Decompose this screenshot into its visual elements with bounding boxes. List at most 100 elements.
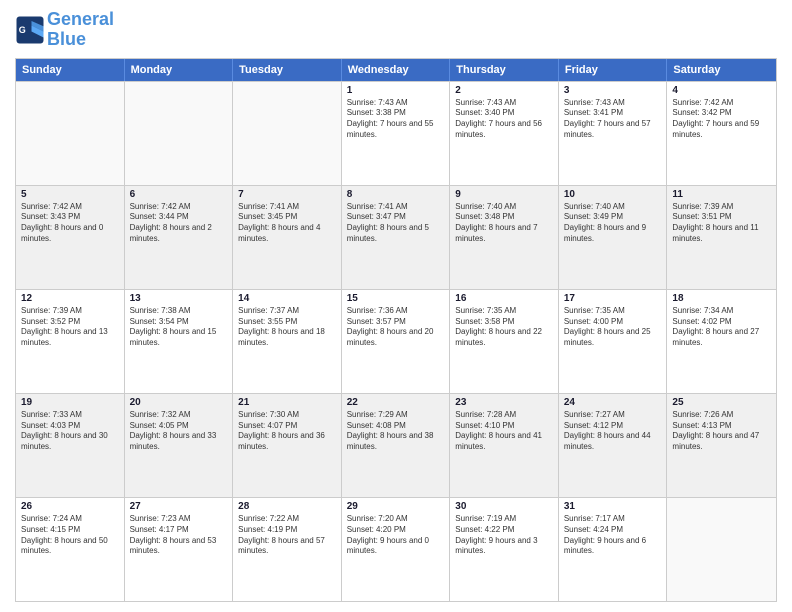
calendar-cell: 29 Sunrise: 7:20 AMSunset: 4:20 PMDayligh… xyxy=(342,498,451,601)
day-info: Sunrise: 7:35 AMSunset: 3:58 PMDaylight:… xyxy=(455,306,553,349)
calendar-cell: 23 Sunrise: 7:28 AMSunset: 4:10 PMDayligh… xyxy=(450,394,559,497)
day-number: 1 xyxy=(347,85,445,96)
day-info: Sunrise: 7:43 AMSunset: 3:40 PMDaylight:… xyxy=(455,98,553,141)
calendar-row-4: 19Sunrise: 7:33 AMSunset: 4:03 PMDayligh… xyxy=(16,393,776,497)
day-info: Sunrise: 7:29 AMSunset: 4:08 PMDaylight:… xyxy=(347,410,445,453)
calendar-cell: 4 Sunrise: 7:42 AMSunset: 3:42 PMDaylight… xyxy=(667,82,776,185)
day-info: Sunrise: 7:42 AMSunset: 3:43 PMDaylight:… xyxy=(21,202,119,245)
day-number: 24 xyxy=(564,397,662,408)
calendar-cell: 3 Sunrise: 7:43 AMSunset: 3:41 PMDaylight… xyxy=(559,82,668,185)
calendar-cell: 12 Sunrise: 7:39 AMSunset: 3:52 PMDayligh… xyxy=(16,290,125,393)
calendar-header: Sunday Monday Tuesday Wednesday Thursday… xyxy=(16,59,776,81)
day-number: 23 xyxy=(455,397,553,408)
day-number: 19 xyxy=(21,397,119,408)
calendar-cell: 5 Sunrise: 7:42 AMSunset: 3:43 PMDaylight… xyxy=(16,186,125,289)
logo-text: General xyxy=(47,10,114,30)
calendar-cell: 20 Sunrise: 7:32 AMSunset: 4:05 PMDayligh… xyxy=(125,394,234,497)
calendar-cell: 2 Sunrise: 7:43 AMSunset: 3:40 PMDaylight… xyxy=(450,82,559,185)
day-number: 14 xyxy=(238,293,336,304)
day-number: 26 xyxy=(21,501,119,512)
header: G General Blue xyxy=(15,10,777,50)
calendar-cell xyxy=(125,82,234,185)
calendar-cell: 17Sunrise: 7:35 AMSunset: 4:00 PMDayligh… xyxy=(559,290,668,393)
day-info: Sunrise: 7:20 AMSunset: 4:20 PMDaylight:… xyxy=(347,514,445,557)
day-info: Sunrise: 7:19 AMSunset: 4:22 PMDaylight:… xyxy=(455,514,553,557)
day-info: Sunrise: 7:39 AMSunset: 3:51 PMDaylight:… xyxy=(672,202,771,245)
day-info: Sunrise: 7:40 AMSunset: 3:48 PMDaylight:… xyxy=(455,202,553,245)
calendar-cell: 10 Sunrise: 7:40 AMSunset: 3:49 PMDayligh… xyxy=(559,186,668,289)
calendar-cell: 30Sunrise: 7:19 AMSunset: 4:22 PMDayligh… xyxy=(450,498,559,601)
calendar-cell: 1 Sunrise: 7:43 AMSunset: 3:38 PMDaylight… xyxy=(342,82,451,185)
day-info: Sunrise: 7:26 AMSunset: 4:13 PMDaylight:… xyxy=(672,410,771,453)
day-info: Sunrise: 7:23 AMSunset: 4:17 PMDaylight:… xyxy=(130,514,228,557)
day-number: 10 xyxy=(564,189,662,200)
calendar-row-1: 1 Sunrise: 7:43 AMSunset: 3:38 PMDaylight… xyxy=(16,81,776,185)
calendar-cell: 28 Sunrise: 7:22 AMSunset: 4:19 PMDayligh… xyxy=(233,498,342,601)
header-wednesday: Wednesday xyxy=(342,59,451,81)
calendar-cell: 9 Sunrise: 7:40 AMSunset: 3:48 PMDaylight… xyxy=(450,186,559,289)
day-info: Sunrise: 7:30 AMSunset: 4:07 PMDaylight:… xyxy=(238,410,336,453)
day-number: 17 xyxy=(564,293,662,304)
calendar-cell xyxy=(667,498,776,601)
calendar-cell: 15 Sunrise: 7:36 AMSunset: 3:57 PMDayligh… xyxy=(342,290,451,393)
calendar-cell: 22Sunrise: 7:29 AMSunset: 4:08 PMDayligh… xyxy=(342,394,451,497)
calendar-cell: 25 Sunrise: 7:26 AMSunset: 4:13 PMDayligh… xyxy=(667,394,776,497)
day-info: Sunrise: 7:22 AMSunset: 4:19 PMDaylight:… xyxy=(238,514,336,557)
logo-text2: Blue xyxy=(47,30,114,50)
calendar-row-5: 26 Sunrise: 7:24 AMSunset: 4:15 PMDayligh… xyxy=(16,497,776,601)
calendar-cell: 7Sunrise: 7:41 AMSunset: 3:45 PMDaylight… xyxy=(233,186,342,289)
day-number: 16 xyxy=(455,293,553,304)
day-number: 29 xyxy=(347,501,445,512)
calendar-cell: 14 Sunrise: 7:37 AMSunset: 3:55 PMDayligh… xyxy=(233,290,342,393)
header-friday: Friday xyxy=(559,59,668,81)
day-number: 28 xyxy=(238,501,336,512)
calendar-row-2: 5 Sunrise: 7:42 AMSunset: 3:43 PMDaylight… xyxy=(16,185,776,289)
day-number: 21 xyxy=(238,397,336,408)
page: G General Blue Sunday Monday Tuesday Wed xyxy=(0,0,792,612)
header-saturday: Saturday xyxy=(667,59,776,81)
day-info: Sunrise: 7:34 AMSunset: 4:02 PMDaylight:… xyxy=(672,306,771,349)
day-info: Sunrise: 7:43 AMSunset: 3:38 PMDaylight:… xyxy=(347,98,445,141)
calendar-cell: 6Sunrise: 7:42 AMSunset: 3:44 PMDaylight… xyxy=(125,186,234,289)
logo: G General Blue xyxy=(15,10,114,50)
calendar-cell: 21 Sunrise: 7:30 AMSunset: 4:07 PMDayligh… xyxy=(233,394,342,497)
day-number: 13 xyxy=(130,293,228,304)
calendar-cell: 11Sunrise: 7:39 AMSunset: 3:51 PMDayligh… xyxy=(667,186,776,289)
header-monday: Monday xyxy=(125,59,234,81)
day-info: Sunrise: 7:36 AMSunset: 3:57 PMDaylight:… xyxy=(347,306,445,349)
day-number: 2 xyxy=(455,85,553,96)
day-info: Sunrise: 7:24 AMSunset: 4:15 PMDaylight:… xyxy=(21,514,119,557)
day-info: Sunrise: 7:43 AMSunset: 3:41 PMDaylight:… xyxy=(564,98,662,141)
calendar-cell xyxy=(16,82,125,185)
day-info: Sunrise: 7:40 AMSunset: 3:49 PMDaylight:… xyxy=(564,202,662,245)
day-number: 9 xyxy=(455,189,553,200)
day-number: 31 xyxy=(564,501,662,512)
day-info: Sunrise: 7:42 AMSunset: 3:42 PMDaylight:… xyxy=(672,98,771,141)
calendar-cell: 27Sunrise: 7:23 AMSunset: 4:17 PMDayligh… xyxy=(125,498,234,601)
calendar-row-3: 12 Sunrise: 7:39 AMSunset: 3:52 PMDayligh… xyxy=(16,289,776,393)
day-info: Sunrise: 7:32 AMSunset: 4:05 PMDaylight:… xyxy=(130,410,228,453)
day-number: 25 xyxy=(672,397,771,408)
day-number: 3 xyxy=(564,85,662,96)
calendar-cell: 8 Sunrise: 7:41 AMSunset: 3:47 PMDaylight… xyxy=(342,186,451,289)
calendar-cell: 19Sunrise: 7:33 AMSunset: 4:03 PMDayligh… xyxy=(16,394,125,497)
day-number: 12 xyxy=(21,293,119,304)
calendar-cell: 31Sunrise: 7:17 AMSunset: 4:24 PMDayligh… xyxy=(559,498,668,601)
day-info: Sunrise: 7:39 AMSunset: 3:52 PMDaylight:… xyxy=(21,306,119,349)
day-number: 15 xyxy=(347,293,445,304)
day-info: Sunrise: 7:38 AMSunset: 3:54 PMDaylight:… xyxy=(130,306,228,349)
header-tuesday: Tuesday xyxy=(233,59,342,81)
day-number: 5 xyxy=(21,189,119,200)
day-info: Sunrise: 7:37 AMSunset: 3:55 PMDaylight:… xyxy=(238,306,336,349)
day-info: Sunrise: 7:27 AMSunset: 4:12 PMDaylight:… xyxy=(564,410,662,453)
calendar-cell: 24 Sunrise: 7:27 AMSunset: 4:12 PMDayligh… xyxy=(559,394,668,497)
day-info: Sunrise: 7:41 AMSunset: 3:47 PMDaylight:… xyxy=(347,202,445,245)
day-number: 4 xyxy=(672,85,771,96)
logo-icon: G xyxy=(15,15,45,45)
day-number: 8 xyxy=(347,189,445,200)
calendar-cell: 16 Sunrise: 7:35 AMSunset: 3:58 PMDayligh… xyxy=(450,290,559,393)
calendar-cell xyxy=(233,82,342,185)
day-number: 18 xyxy=(672,293,771,304)
day-info: Sunrise: 7:28 AMSunset: 4:10 PMDaylight:… xyxy=(455,410,553,453)
day-number: 20 xyxy=(130,397,228,408)
